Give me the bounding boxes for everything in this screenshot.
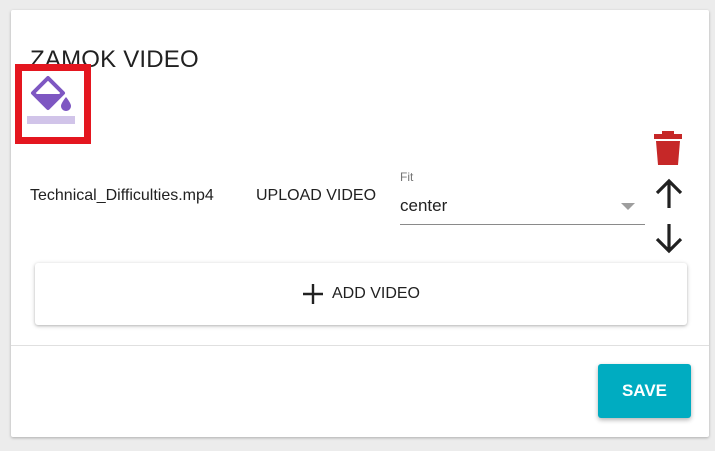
format-color-fill-icon[interactable]: [25, 76, 77, 128]
add-video-button[interactable]: ADD VIDEO: [35, 263, 687, 325]
arrow-up-icon[interactable]: [654, 178, 684, 210]
trash-icon[interactable]: [653, 130, 683, 166]
fit-select-underline: [400, 224, 645, 225]
add-video-label: ADD VIDEO: [331, 285, 420, 302]
video-filename: Technical_Difficulties.mp4: [30, 187, 214, 204]
divider: [11, 345, 709, 346]
fit-select[interactable]: Fit center: [400, 166, 645, 226]
arrow-down-icon[interactable]: [654, 222, 684, 254]
save-button[interactable]: SAVE: [598, 364, 691, 418]
fit-select-value: center: [400, 196, 448, 215]
dropdown-arrow-icon: [621, 203, 635, 210]
fit-select-label: Fit: [400, 170, 414, 184]
video-card: ZAMOK VIDEO Technical_Difficulties.mp4 U…: [11, 10, 709, 437]
plus-icon: [302, 284, 323, 304]
upload-video-button[interactable]: UPLOAD VIDEO: [256, 182, 376, 210]
